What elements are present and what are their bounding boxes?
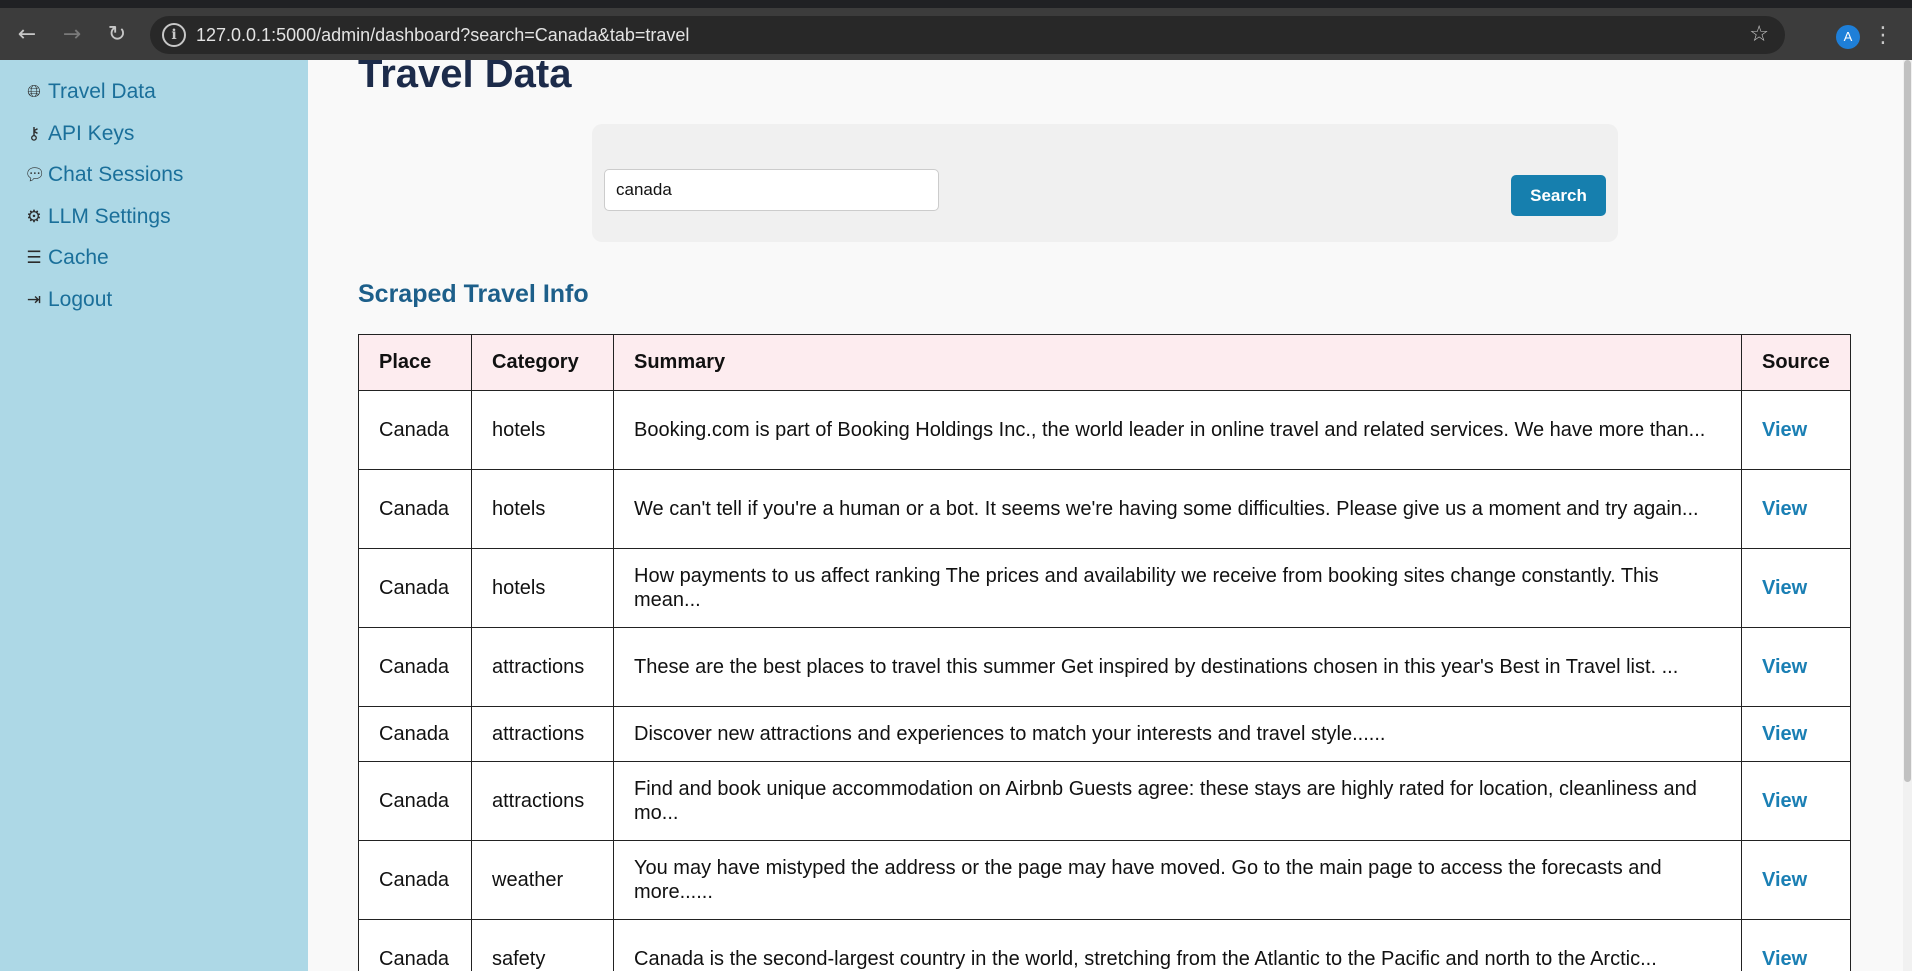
cell-place: Canada bbox=[358, 840, 472, 920]
back-arrow-icon[interactable]: ← bbox=[12, 20, 42, 50]
cell-place: Canada bbox=[358, 469, 472, 549]
profile-avatar[interactable]: A bbox=[1836, 25, 1860, 49]
table-row: Canada safety Canada is the second-large… bbox=[358, 919, 1851, 971]
cell-category: weather bbox=[471, 840, 614, 920]
section-title: Scraped Travel Info bbox=[358, 280, 589, 308]
table-row: Canada attractions Discover new attracti… bbox=[358, 706, 1851, 762]
sidebar-item-logout[interactable]: ⇥ Logout bbox=[24, 285, 112, 315]
sidebar-item-api-keys[interactable]: ⚷ API Keys bbox=[24, 119, 135, 149]
sidebar-item-label: LLM Settings bbox=[48, 205, 171, 228]
cell-category: hotels bbox=[471, 390, 614, 470]
sign-out-icon: ⇥ bbox=[26, 290, 42, 310]
source-view-link[interactable]: View bbox=[1762, 419, 1807, 441]
column-header-source[interactable]: Source bbox=[1741, 334, 1851, 391]
reload-icon[interactable]: ↻ bbox=[102, 20, 132, 50]
table-row: Canada hotels How payments to us affect … bbox=[358, 548, 1851, 628]
table-row: Canada hotels We can't tell if you're a … bbox=[358, 469, 1851, 549]
cell-summary: Discover new attractions and experiences… bbox=[613, 706, 1742, 762]
sidebar-item-label: Chat Sessions bbox=[48, 163, 184, 186]
travel-info-table: Place Category Summary Source Canada hot… bbox=[358, 334, 1851, 971]
source-view-link[interactable]: View bbox=[1762, 577, 1807, 599]
sidebar-item-label: Travel Data bbox=[48, 80, 156, 103]
database-icon: ☰ bbox=[26, 248, 42, 268]
cell-category: safety bbox=[471, 919, 614, 971]
browser-toolbar: ← → ↻ i 127.0.0.1:5000/admin/dashboard?s… bbox=[0, 0, 1912, 60]
gear-icon: ⚙ bbox=[26, 207, 42, 227]
table-row: Canada attractions Find and book unique … bbox=[358, 761, 1851, 841]
cell-summary: These are the best places to travel this… bbox=[613, 627, 1742, 707]
table-header-row: Place Category Summary Source bbox=[358, 334, 1851, 391]
cell-summary: Find and book unique accommodation on Ai… bbox=[613, 761, 1742, 841]
url-text[interactable]: 127.0.0.1:5000/admin/dashboard?search=Ca… bbox=[196, 16, 689, 54]
source-view-link[interactable]: View bbox=[1762, 790, 1807, 812]
main-content: Travel Data Search Scraped Travel Info P… bbox=[308, 60, 1903, 971]
source-view-link[interactable]: View bbox=[1762, 948, 1807, 970]
page-title: Travel Data bbox=[358, 60, 572, 96]
source-view-link[interactable]: View bbox=[1762, 723, 1807, 745]
cell-summary: Booking.com is part of Booking Holdings … bbox=[613, 390, 1742, 470]
cell-category: hotels bbox=[471, 469, 614, 549]
cell-summary: You may have mistyped the address or the… bbox=[613, 840, 1742, 920]
sidebar-item-travel-data[interactable]: 🌐︎ Travel Data bbox=[24, 77, 156, 107]
cell-summary: How payments to us affect ranking The pr… bbox=[613, 548, 1742, 628]
sidebar-item-label: API Keys bbox=[48, 122, 135, 145]
source-view-link[interactable]: View bbox=[1762, 656, 1807, 678]
comment-icon: 💬︎ bbox=[24, 165, 46, 185]
globe-icon: 🌐︎ bbox=[27, 82, 41, 102]
search-input[interactable] bbox=[604, 169, 939, 211]
cell-summary: We can't tell if you're a human or a bot… bbox=[613, 469, 1742, 549]
forward-arrow-icon[interactable]: → bbox=[57, 20, 87, 50]
source-view-link[interactable]: View bbox=[1762, 869, 1807, 891]
cell-place: Canada bbox=[358, 390, 472, 470]
table-row: Canada hotels Booking.com is part of Boo… bbox=[358, 390, 1851, 470]
sidebar-item-label: Cache bbox=[48, 246, 109, 269]
kebab-menu-icon[interactable]: ⋮ bbox=[1872, 20, 1894, 52]
column-header-place[interactable]: Place bbox=[358, 334, 472, 391]
bookmark-star-icon[interactable]: ☆ bbox=[1749, 16, 1769, 54]
source-view-link[interactable]: View bbox=[1762, 498, 1807, 520]
cell-place: Canada bbox=[358, 548, 472, 628]
cell-summary: Canada is the second-largest country in … bbox=[613, 919, 1742, 971]
sidebar-item-cache[interactable]: ☰ Cache bbox=[24, 243, 109, 273]
cell-category: hotels bbox=[471, 548, 614, 628]
search-button[interactable]: Search bbox=[1511, 175, 1606, 216]
sidebar-item-llm-settings[interactable]: ⚙ LLM Settings bbox=[24, 202, 171, 232]
scrollbar-thumb[interactable] bbox=[1904, 60, 1911, 782]
search-panel: Search bbox=[592, 124, 1618, 242]
sidebar-item-chat-sessions[interactable]: 💬︎ Chat Sessions bbox=[24, 160, 183, 190]
table-row: Canada weather You may have mistyped the… bbox=[358, 840, 1851, 920]
column-header-summary[interactable]: Summary bbox=[613, 334, 1742, 391]
cell-category: attractions bbox=[471, 761, 614, 841]
cell-category: attractions bbox=[471, 706, 614, 762]
cell-place: Canada bbox=[358, 919, 472, 971]
key-icon: ⚷ bbox=[27, 124, 41, 144]
site-info-icon[interactable]: i bbox=[162, 23, 186, 47]
page-scrollbar[interactable] bbox=[1903, 60, 1912, 971]
column-header-category[interactable]: Category bbox=[471, 334, 614, 391]
cell-category: attractions bbox=[471, 627, 614, 707]
sidebar: 🌐︎ Travel Data ⚷ API Keys 💬︎ Chat Sessio… bbox=[0, 60, 308, 971]
address-bar[interactable]: i 127.0.0.1:5000/admin/dashboard?search=… bbox=[150, 16, 1785, 54]
table-row: Canada attractions These are the best pl… bbox=[358, 627, 1851, 707]
cell-place: Canada bbox=[358, 761, 472, 841]
cell-place: Canada bbox=[358, 706, 472, 762]
cell-place: Canada bbox=[358, 627, 472, 707]
sidebar-item-label: Logout bbox=[48, 288, 113, 311]
